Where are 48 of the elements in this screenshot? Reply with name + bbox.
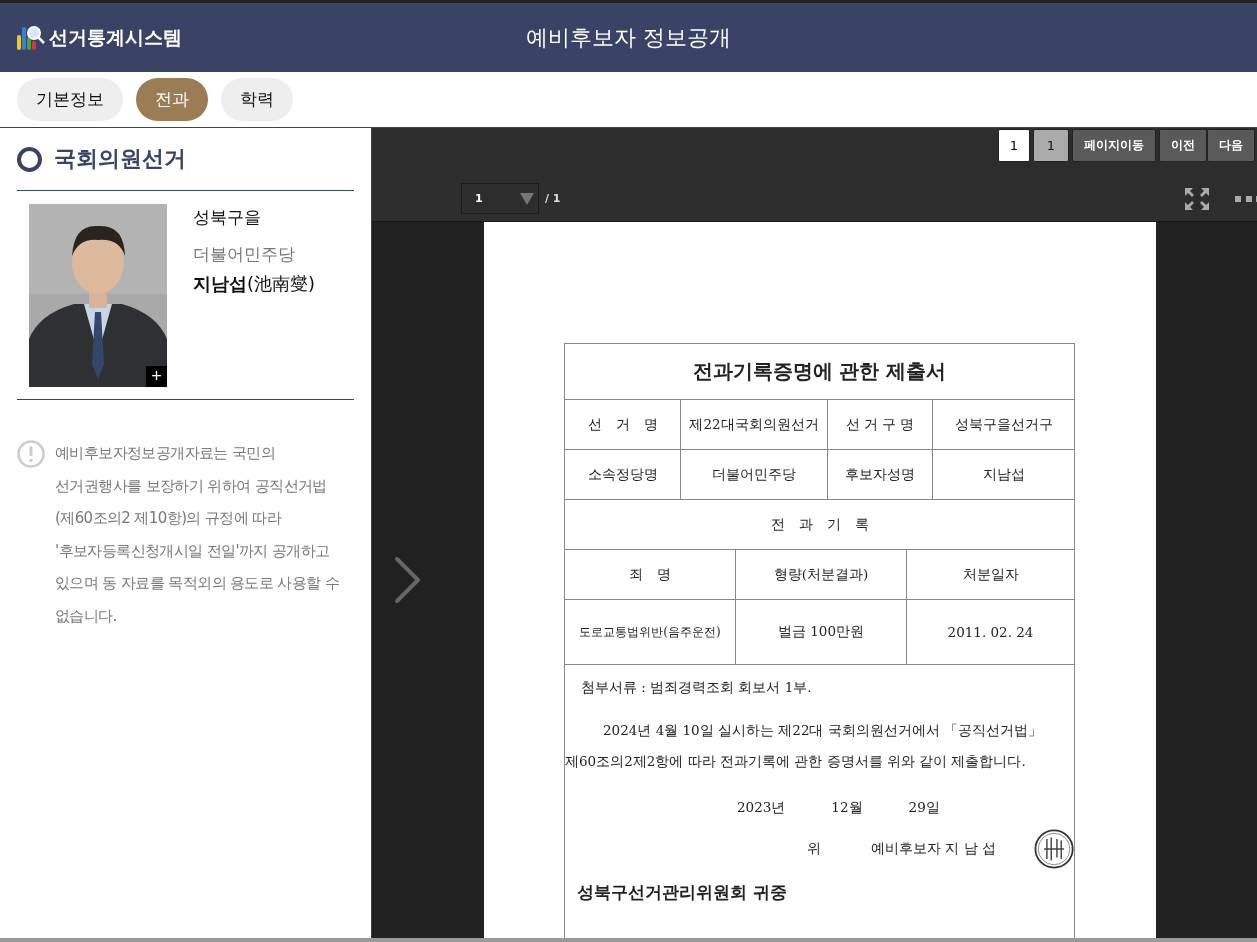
signature-text: 예비후보자 지 남 섭 — [871, 840, 996, 858]
more-icon[interactable] — [1235, 195, 1257, 202]
party-name: 더불어민주당 — [193, 243, 296, 266]
column-header: 처분일자 — [961, 564, 1020, 584]
page-total: / 1 — [545, 192, 561, 205]
zoom-button[interactable]: + — [146, 366, 167, 387]
chevron-right-icon[interactable] — [394, 556, 422, 604]
district-name: 성북구을 — [193, 206, 262, 229]
attachment-text: 첨부서류 : 범죄경력조회 회보서 1부. — [580, 679, 813, 697]
page-nav-button[interactable]: 다음 — [1207, 129, 1255, 162]
table-cell: 소속정당명 — [565, 450, 681, 499]
table-cell-text: 지남섭 — [981, 464, 1026, 484]
candidate-name: 지남섭(池南燮) — [193, 272, 316, 296]
dropdown-triangle-icon — [520, 192, 534, 205]
table-cell-text: 2011. 02. 24 — [946, 623, 1035, 642]
signature-text: 위 — [807, 840, 821, 858]
page-select[interactable]: 1 — [461, 183, 539, 214]
table-cell: 벌금 100만원 — [736, 600, 907, 664]
column-header: 형량(처분결과) — [736, 550, 907, 599]
table-cell-text: 성북구을선거구 — [953, 414, 1054, 434]
table-heading: 전 과 기 록 — [565, 500, 1074, 550]
date-text: 29일 — [908, 799, 940, 817]
table-cell: 도로교통법위반(음주운전) — [565, 600, 736, 664]
page-title: 예비후보자 정보공개 — [526, 23, 731, 52]
page-nav-button[interactable]: 이전 — [1159, 129, 1207, 162]
section-title: 국회의원선거 — [54, 145, 186, 173]
tab[interactable]: 기본정보 — [17, 78, 123, 121]
notice-text: 예비후보자정보공개자료는 국민의 선거권행사를 보장하기 위하여 공직선거법 (제60조의2 제10항)의 규정에 따라 '후보자등록신청개시일 전일'까지 공개하고 있으며 동 자료를 목적외의 용도로 사용할 수 없습니다. — [55, 443, 341, 627]
page-nav-button[interactable]: 페이지이동 — [1072, 129, 1156, 162]
table-cell: 후보자성명 — [828, 450, 933, 499]
table-cell: 제22대국회의원선거 — [681, 400, 828, 449]
date-text: 2023년 — [737, 799, 786, 817]
column-header: 죄 명 — [565, 550, 736, 599]
current-page: 1 — [1033, 129, 1069, 162]
tab[interactable]: 학력 — [221, 78, 293, 121]
addressee-text: 성북구선거관리위원회 귀중 — [576, 881, 788, 904]
tab[interactable]: 전과 — [136, 78, 208, 121]
table-cell: 선 거 명 — [565, 400, 681, 449]
ring-icon — [17, 146, 42, 172]
page-input[interactable]: 1 — [998, 129, 1030, 162]
table-cell: 선 거 구 명 — [828, 400, 933, 449]
table-cell: 더불어민주당 — [681, 450, 828, 499]
date-text: 12월 — [831, 799, 863, 817]
logo-text[interactable]: 선거통계시스템 — [49, 24, 182, 51]
document-title: 전과기록증명에 관한 제출서 — [565, 344, 1074, 400]
fullscreen-icon[interactable] — [1185, 187, 1209, 210]
statement-text: 2024년 4월 10일 실시하는 제22대 국회의원선거에서 「공직선거법」 제60조의2제2항에 따라 전과기록에 관한 증명서를 위와 같이 제출합니다. — [565, 721, 1044, 771]
exclamation-icon — [17, 440, 45, 468]
